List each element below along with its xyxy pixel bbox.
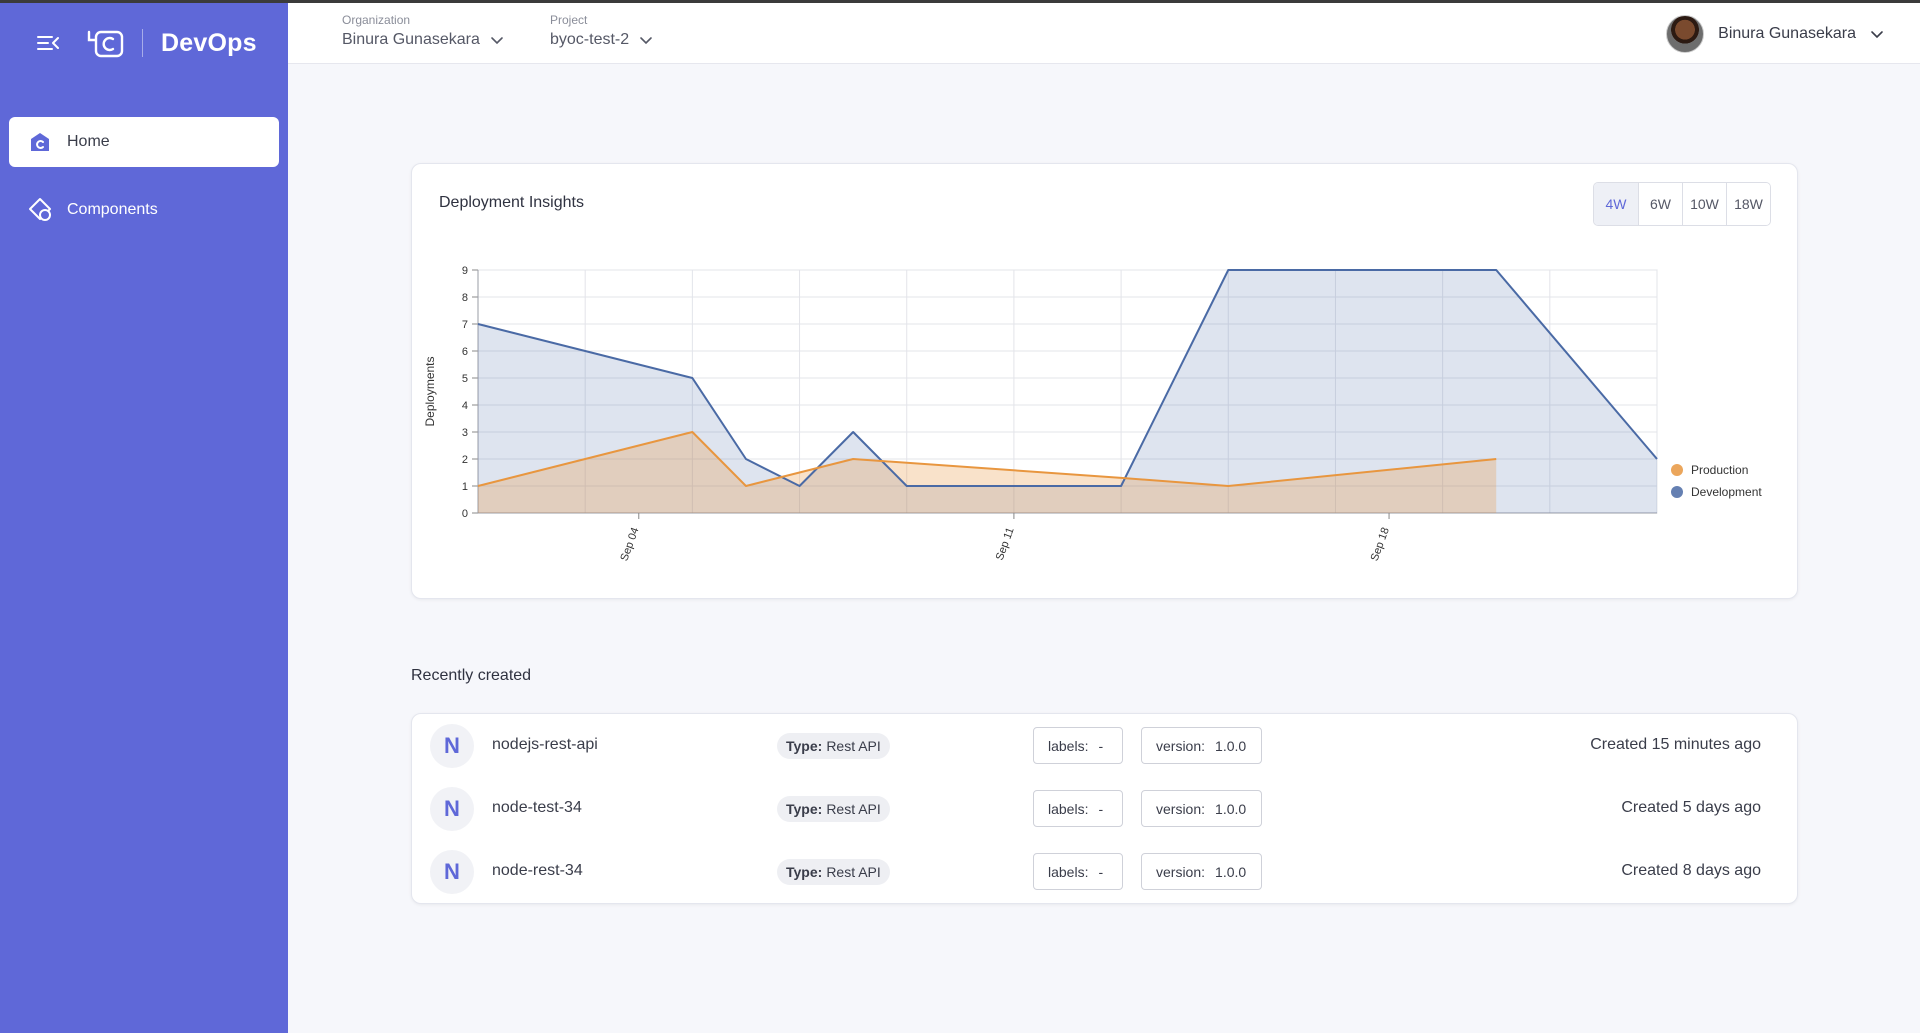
- labels-key: labels:: [1048, 800, 1089, 817]
- deployments-chart: 0 1 2 3 4 5 6 7 8 9 Sep 04 Sep 11 Sep 18 Deployments P…: [423, 265, 1762, 563]
- list-item[interactable]: N node-test-34 Type: Rest API labels: - ve…: [412, 777, 1797, 840]
- components-icon: [27, 197, 53, 223]
- legend-label-development: Development: [1691, 485, 1762, 499]
- labels-value: -: [1098, 737, 1104, 754]
- type-badge: Type: Rest API: [777, 733, 890, 759]
- version-key: version:: [1156, 800, 1206, 817]
- avatar: [1666, 15, 1705, 53]
- chevron-down-icon: [490, 33, 504, 47]
- type-key: Type:: [786, 801, 823, 817]
- choreo-logo-icon: [86, 25, 126, 61]
- type-value: Rest API: [826, 738, 881, 754]
- range-10w-button[interactable]: 10W: [1682, 183, 1726, 225]
- organization-label: Organization: [342, 13, 411, 27]
- top-header: Organization Binura Gunasekara Project b…: [288, 3, 1920, 64]
- sidebar-item-label: Home: [67, 133, 110, 150]
- version-value: 1.0.0: [1215, 800, 1247, 817]
- component-name[interactable]: nodejs-rest-api: [492, 736, 598, 754]
- home-icon: [27, 129, 53, 155]
- version-key: version:: [1156, 737, 1206, 754]
- insights-title: Deployment Insights: [439, 194, 584, 211]
- brand: DevOps: [36, 22, 257, 64]
- window-top-border: [0, 0, 1920, 3]
- version-tag: version: 1.0.0: [1141, 853, 1262, 890]
- x-tick-label: Sep 04: [618, 526, 641, 563]
- range-4w-button[interactable]: 4W: [1594, 183, 1638, 225]
- legend-marker-development: [1671, 486, 1683, 498]
- type-badge: Type: Rest API: [777, 796, 890, 822]
- project-value: byoc-test-2: [550, 31, 630, 48]
- created-time: Created 8 days ago: [1621, 862, 1761, 879]
- chevron-down-icon: [639, 33, 653, 47]
- y-tick-label: 6: [462, 346, 468, 358]
- collapse-menu-icon[interactable]: [36, 31, 60, 55]
- type-badge: Type: Rest API: [777, 859, 890, 885]
- x-tick-label: Sep 11: [994, 526, 1017, 562]
- y-tick-label: 4: [462, 400, 468, 412]
- list-item[interactable]: N nodejs-rest-api Type: Rest API labels: -…: [412, 714, 1797, 777]
- y-tick-label: 0: [462, 508, 468, 520]
- type-key: Type:: [786, 864, 823, 880]
- sidebar-item-home[interactable]: Home: [9, 117, 279, 167]
- deployment-insights-card: Deployment Insights 4W 6W 10W 18W 0 1 2 3 4 5…: [411, 163, 1798, 599]
- time-range-toggle: 4W 6W 10W 18W: [1593, 182, 1771, 226]
- sidebar-nav: Home Components: [9, 117, 279, 253]
- y-tick-label: 5: [462, 373, 468, 385]
- user-name: Binura Gunasekara: [1718, 25, 1856, 42]
- labels-tag: labels: -: [1033, 727, 1123, 764]
- range-6w-button[interactable]: 6W: [1638, 183, 1682, 225]
- list-item[interactable]: N node-rest-34 Type: Rest API labels: - ve…: [412, 840, 1797, 903]
- labels-value: -: [1098, 800, 1104, 817]
- labels-key: labels:: [1048, 737, 1089, 754]
- version-tag: version: 1.0.0: [1141, 790, 1262, 827]
- labels-tag: labels: -: [1033, 853, 1123, 890]
- component-name[interactable]: node-rest-34: [492, 862, 583, 880]
- version-value: 1.0.0: [1215, 863, 1247, 880]
- component-initial-avatar: N: [430, 787, 474, 831]
- component-name[interactable]: node-test-34: [492, 799, 582, 817]
- component-initial-avatar: N: [430, 724, 474, 768]
- labels-key: labels:: [1048, 863, 1089, 880]
- legend-label-production: Production: [1691, 463, 1748, 477]
- component-initial-avatar: N: [430, 850, 474, 894]
- recently-created-list: N nodejs-rest-api Type: Rest API labels: -…: [411, 713, 1798, 904]
- brand-divider: [142, 29, 143, 57]
- created-time: Created 15 minutes ago: [1590, 736, 1761, 753]
- labels-value: -: [1098, 863, 1104, 880]
- y-tick-label: 9: [462, 265, 468, 277]
- sidebar: DevOps Home Components: [0, 0, 288, 1033]
- y-axis-title: Deployments: [423, 356, 437, 426]
- labels-tag: labels: -: [1033, 790, 1123, 827]
- sidebar-item-components[interactable]: Components: [9, 185, 279, 235]
- range-18w-button[interactable]: 18W: [1726, 183, 1770, 225]
- type-key: Type:: [786, 738, 823, 754]
- y-tick-label: 1: [462, 481, 468, 493]
- y-tick-label: 2: [462, 454, 468, 466]
- organization-value: Binura Gunasekara: [342, 31, 480, 48]
- organization-selector[interactable]: Organization Binura Gunasekara: [342, 13, 504, 49]
- recently-created-title: Recently created: [411, 667, 532, 684]
- sidebar-item-label: Components: [67, 201, 158, 218]
- type-value: Rest API: [826, 864, 881, 880]
- x-tick-label: Sep 18: [1369, 526, 1392, 563]
- legend-marker-production: [1671, 464, 1683, 476]
- created-time: Created 5 days ago: [1621, 799, 1761, 816]
- version-value: 1.0.0: [1215, 737, 1247, 754]
- project-selector[interactable]: Project byoc-test-2: [550, 13, 653, 49]
- brand-name: DevOps: [161, 28, 257, 57]
- project-label: Project: [550, 13, 588, 27]
- user-menu[interactable]: Binura Gunasekara: [1666, 15, 1884, 53]
- version-tag: version: 1.0.0: [1141, 727, 1262, 764]
- version-key: version:: [1156, 863, 1206, 880]
- y-tick-label: 3: [462, 427, 468, 439]
- type-value: Rest API: [826, 801, 881, 817]
- y-tick-label: 7: [462, 319, 468, 331]
- chevron-down-icon: [1870, 27, 1884, 41]
- y-tick-label: 8: [462, 292, 468, 304]
